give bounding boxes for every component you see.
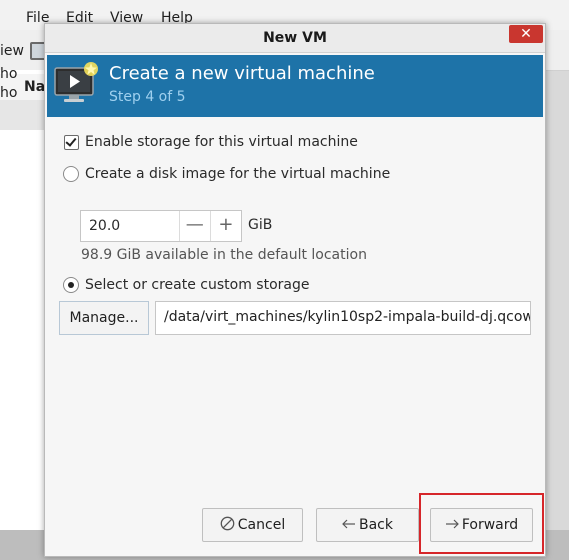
parent-row-text: ho xyxy=(0,66,18,82)
wizard-step: Step 4 of 5 xyxy=(109,89,186,105)
enable-storage-checkbox[interactable] xyxy=(64,134,79,150)
available-space-text: 98.9 GiB available in the default locati… xyxy=(81,247,367,263)
cancel-icon xyxy=(220,516,235,535)
close-button[interactable]: ✕ xyxy=(509,25,543,43)
radio-dot-icon xyxy=(68,282,74,288)
close-icon: ✕ xyxy=(520,26,532,42)
custom-storage-row[interactable]: Select or create custom storage xyxy=(63,277,310,293)
minus-icon: — xyxy=(185,214,204,235)
parent-list-panel xyxy=(0,70,44,560)
enable-storage-label: Enable storage for this virtual machine xyxy=(85,134,358,150)
decrement-button[interactable]: — xyxy=(178,211,210,241)
storage-path-value: /data/virt_machines/kylin10sp2-impala-bu… xyxy=(164,309,531,325)
wizard-header: Create a new virtual machine Step 4 of 5 xyxy=(47,55,543,117)
disk-size-stepper[interactable]: 20.0 — + xyxy=(80,210,242,242)
disk-image-radio[interactable] xyxy=(63,166,79,182)
dialog-title: New VM xyxy=(263,30,327,46)
back-label: Back xyxy=(359,517,393,533)
cancel-button[interactable]: Cancel xyxy=(202,508,303,542)
parent-row-text: ho xyxy=(0,85,18,101)
storage-page: Enable storage for this virtual machine … xyxy=(45,120,545,500)
arrow-left-icon xyxy=(342,517,356,533)
custom-storage-label: Select or create custom storage xyxy=(85,277,310,293)
enable-storage-row[interactable]: Enable storage for this virtual machine xyxy=(64,134,358,150)
disk-size-value[interactable]: 20.0 xyxy=(81,211,179,241)
plus-icon: + xyxy=(218,214,234,235)
parent-column-header: Na xyxy=(24,79,46,95)
vm-monitor-icon xyxy=(54,62,98,102)
check-mark-icon xyxy=(65,134,77,147)
cancel-label: Cancel xyxy=(237,517,286,533)
disk-image-row[interactable]: Create a disk image for the virtual mach… xyxy=(63,166,390,182)
manage-button[interactable]: Manage... xyxy=(59,301,149,335)
forward-highlight-box xyxy=(419,493,544,554)
dialog-titlebar: New VM ✕ xyxy=(45,24,545,53)
custom-storage-radio[interactable] xyxy=(63,277,79,293)
new-vm-dialog: New VM ✕ Create a new virtual machine St… xyxy=(44,23,546,557)
wizard-title: Create a new virtual machine xyxy=(109,63,375,84)
parent-list-band xyxy=(0,100,44,130)
back-button[interactable]: Back xyxy=(316,508,419,542)
disk-image-label: Create a disk image for the virtual mach… xyxy=(85,166,391,182)
storage-path-field[interactable]: /data/virt_machines/kylin10sp2-impala-bu… xyxy=(155,301,531,335)
increment-button[interactable]: + xyxy=(209,211,241,241)
disk-size-unit: GiB xyxy=(248,217,273,233)
parent-view-text: iew xyxy=(0,43,24,59)
